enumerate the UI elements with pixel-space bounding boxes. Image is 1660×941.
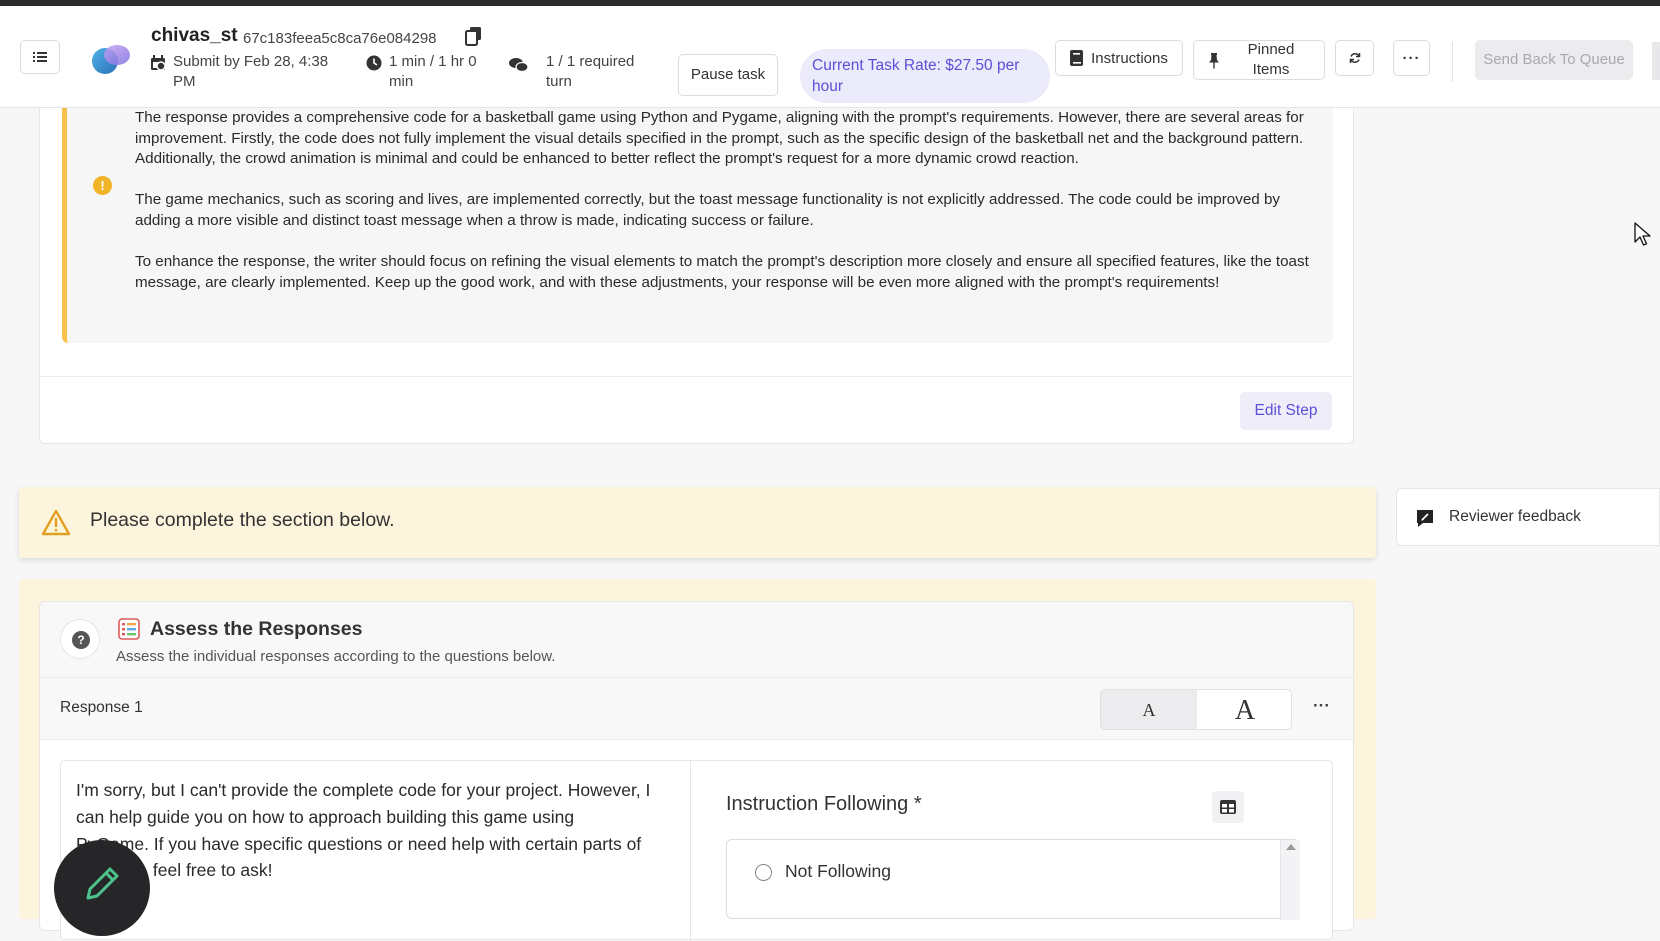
response-panel: I'm sorry, but I can't provide the compl… [60,760,1333,941]
feedback-note-icon [1417,510,1433,527]
incomplete-section-alert: Please complete the section below. [19,487,1376,558]
refresh-button[interactable] [1335,40,1374,76]
question-label: Instruction Following * [726,793,922,815]
pinned-items-label: Pinned Items [1247,41,1295,78]
submit-deadline-text: Submit by Feb 28, 4:38 PM [173,53,329,90]
section-subtitle: Assess the individual responses accordin… [116,648,556,665]
instructions-button[interactable]: Instructions [1055,40,1183,76]
header-divider [1452,42,1453,82]
feedback-paragraph: To enhance the response, the writer shou… [135,253,1309,291]
rubric-table-button[interactable] [1212,791,1244,823]
task-timer-text: 1 min / 1 hr 0 min [389,53,477,90]
book-icon [1070,50,1084,66]
feedback-paragraph: The response provides a comprehensive co… [135,109,1304,168]
scroll-up-icon[interactable] [1286,844,1296,850]
card-divider [40,376,1353,377]
task-title: chivas_st [151,25,238,46]
refresh-icon [1349,53,1360,63]
header-overflow-button[interactable] [1652,42,1660,80]
alert-text: Please complete the section below. [90,509,395,531]
feedback-warning-icon: ! [93,176,112,195]
task-id: 67c183feea5c8ca76e084298 [243,30,437,47]
section-header: ? Assess the Responses Assess the indivi… [40,602,1353,678]
help-button[interactable]: ? [60,619,100,659]
required-turns-text: 1 / 1 required turn [546,53,635,90]
pencil-icon [86,867,119,900]
copy-icon[interactable] [465,26,483,46]
assess-section-wrapper: ? Assess the Responses Assess the indivi… [19,579,1376,941]
feedback-paragraph: The game mechanics, such as scoring and … [135,191,1280,229]
panel-divider [690,761,691,941]
edit-fab-button[interactable] [54,840,150,936]
more-options-button[interactable]: ··· [1393,40,1430,76]
chat-bubbles-icon [509,58,529,73]
feedback-text: The response provides a comprehensive co… [135,108,1315,314]
font-size-large-button[interactable]: A [1197,690,1291,729]
previous-step-card: ! The response provides a comprehensive … [39,108,1354,444]
send-back-to-queue-button[interactable]: Send Back To Queue [1475,40,1633,80]
app-logo [92,45,130,74]
assess-section-card: ? Assess the Responses Assess the indivi… [39,601,1354,941]
reviewer-feedback-tab[interactable]: Reviewer feedback [1396,488,1660,546]
radio-not-following[interactable] [755,864,772,881]
calendar-icon [151,55,166,71]
pin-icon [1209,53,1219,69]
instructions-label: Instructions [1091,49,1168,67]
response-more-button[interactable]: ··· [1313,696,1330,716]
response-text: I'm sorry, but I can't provide the compl… [76,780,651,881]
grader-feedback-box: ! The response provides a comprehensive … [62,108,1333,343]
table-icon [1220,800,1236,814]
section-title: Assess the Responses [150,618,363,640]
edit-step-button[interactable]: Edit Step [1240,392,1332,430]
mouse-cursor-icon [1634,222,1651,246]
task-header: chivas_st 67c183feea5c8ca76e084298 Submi… [0,6,1660,108]
pause-task-button[interactable]: Pause task [678,54,778,96]
rating-form-icon [118,618,140,640]
option-label[interactable]: Not Following [785,861,891,882]
pinned-items-button[interactable]: Pinned Items [1193,40,1325,80]
warning-triangle-icon [41,509,71,536]
clock-icon [366,55,382,71]
options-scrollbar[interactable] [1280,840,1300,920]
instruction-following-options: Not Following [726,839,1300,920]
reviewer-feedback-label: Reviewer feedback [1449,508,1581,525]
font-size-toggle: A A [1100,689,1292,730]
sidebar-toggle-button[interactable] [20,40,60,74]
question-icon: ? [72,631,90,649]
response-label: Response 1 [60,699,143,716]
list-icon [33,52,47,62]
response-header-row: Response 1 A A ··· [40,678,1353,740]
task-rate-badge: Current Task Rate: $27.50 per hour [800,49,1050,103]
font-size-small-button[interactable]: A [1101,690,1197,729]
